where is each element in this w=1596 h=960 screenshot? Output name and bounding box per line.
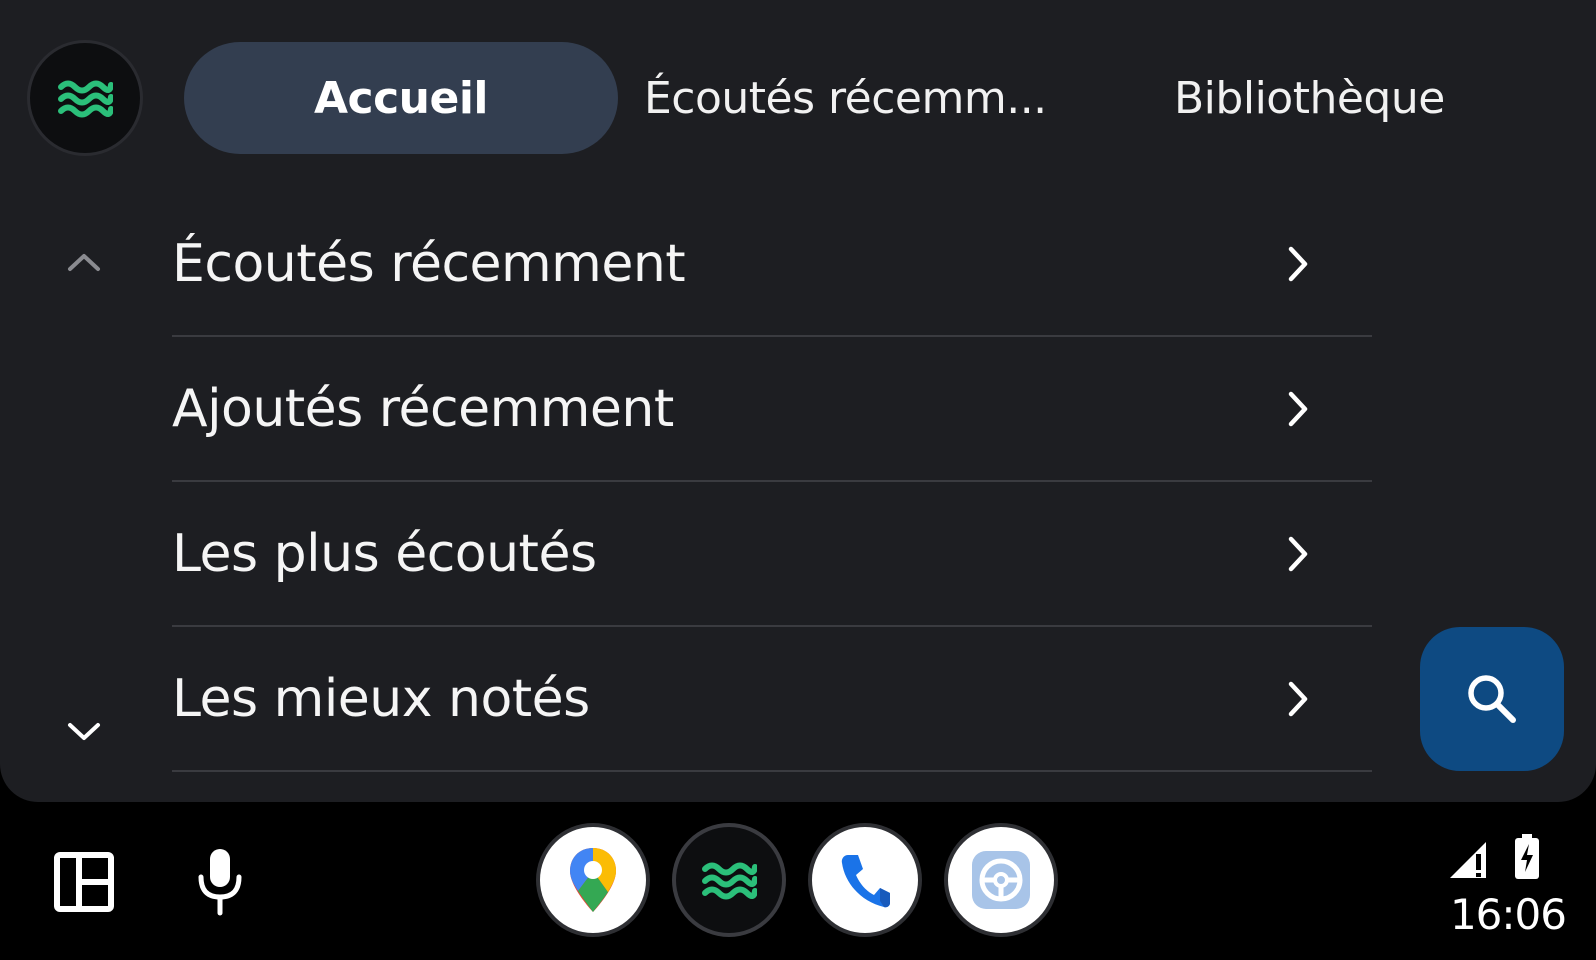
- chevron-right-icon: [1278, 244, 1318, 284]
- bottom-bar: 16:06: [0, 802, 1596, 960]
- list-item[interactable]: Ajoutés récemment: [172, 337, 1372, 482]
- dock-settings-button[interactable]: [948, 827, 1054, 933]
- chevron-down-icon: [68, 723, 100, 740]
- status-area: 16:06: [1426, 830, 1567, 940]
- list-item[interactable]: Écoutés récemment: [172, 192, 1372, 337]
- dock-maps-button[interactable]: [540, 827, 646, 933]
- app-panel: Accueil Écoutés récemm... Bibliothèque É…: [0, 0, 1596, 802]
- dock-music-button[interactable]: [676, 827, 782, 933]
- waves-icon: [702, 862, 757, 900]
- steering-settings-icon: [972, 851, 1030, 909]
- list-item-label: Écoutés récemment: [172, 233, 686, 294]
- tab-accueil[interactable]: Accueil: [184, 42, 618, 154]
- waves-icon: [58, 80, 113, 118]
- android-auto-screen: Accueil Écoutés récemm... Bibliothèque É…: [0, 0, 1596, 960]
- app-logo-button[interactable]: [30, 43, 140, 153]
- dashboard-button[interactable]: [52, 850, 116, 914]
- battery-charging-icon: [1515, 834, 1539, 879]
- voice-assistant-button[interactable]: [192, 846, 248, 918]
- list-item[interactable]: Les plus écoutés: [172, 482, 1372, 627]
- tab-ecoutes-recemment[interactable]: Écoutés récemm...: [644, 42, 1064, 154]
- browse-list: Écoutés récemment Ajoutés récemment Les …: [172, 192, 1372, 772]
- tab-bibliotheque[interactable]: Bibliothèque: [1174, 42, 1484, 154]
- chevron-up-icon: [68, 254, 100, 271]
- maps-pin-icon: [570, 848, 616, 912]
- list-item-label: Les mieux notés: [172, 668, 590, 729]
- phone-icon: [841, 855, 890, 908]
- search-icon: [1468, 675, 1516, 723]
- dashboard-icon: [54, 852, 114, 912]
- list-item-label: Ajoutés récemment: [172, 378, 674, 439]
- scroll-down-button[interactable]: [62, 710, 106, 754]
- clock: 16:06: [1449, 890, 1567, 939]
- chevron-right-icon: [1278, 679, 1318, 719]
- tab-bar: Accueil Écoutés récemm... Bibliothèque: [184, 42, 1484, 154]
- scroll-up-button[interactable]: [62, 240, 106, 284]
- search-button[interactable]: [1420, 627, 1564, 771]
- chevron-right-icon: [1278, 389, 1318, 429]
- list-item[interactable]: Les mieux notés: [172, 627, 1372, 772]
- signal-icon: [1450, 842, 1486, 878]
- dock-phone-button[interactable]: [812, 827, 918, 933]
- microphone-icon: [198, 849, 242, 916]
- list-item-label: Les plus écoutés: [172, 523, 597, 584]
- chevron-right-icon: [1278, 534, 1318, 574]
